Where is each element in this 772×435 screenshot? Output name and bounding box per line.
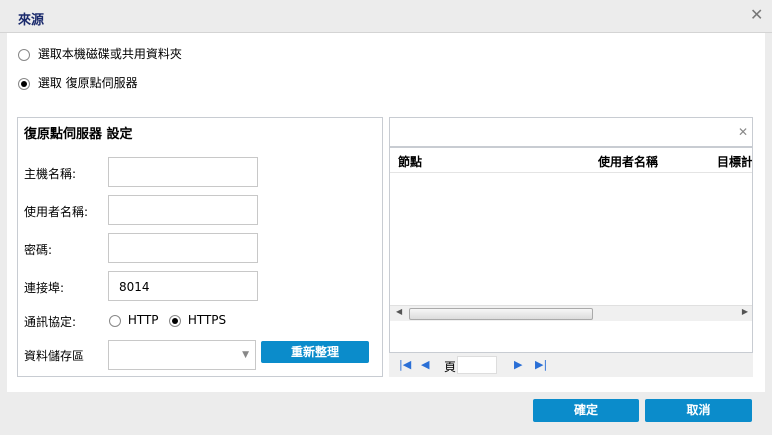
next-page-icon[interactable]: ▶: [514, 358, 522, 371]
cancel-button[interactable]: 取消: [645, 399, 752, 422]
radio-https[interactable]: HTTPS: [169, 313, 226, 327]
radio-label: HTTPS: [187, 313, 227, 327]
column-node[interactable]: 節點: [398, 153, 422, 170]
node-grid: 節點 使用者名稱 目標計 ◀ ▶: [389, 147, 753, 353]
column-username[interactable]: 使用者名稱: [598, 153, 658, 170]
port-input[interactable]: 8014: [108, 271, 258, 301]
port-label: 連接埠:: [24, 281, 65, 295]
dialog-title: 來源: [18, 13, 45, 28]
datastore-label: 資料儲存區: [24, 349, 85, 363]
radio-rps[interactable]: 選取 復原點伺服器: [18, 74, 138, 91]
scrollbar-thumb[interactable]: [409, 308, 593, 320]
clear-icon[interactable]: ✕: [738, 125, 748, 139]
radio-icon[interactable]: [18, 48, 30, 61]
first-page-icon[interactable]: |◀: [399, 358, 411, 371]
dialog-titlebar: 來源 ✕: [0, 0, 772, 33]
ok-button[interactable]: 確定: [533, 399, 639, 422]
column-target[interactable]: 目標計: [717, 153, 752, 170]
password-input[interactable]: [108, 233, 258, 263]
datastore-select[interactable]: ▼: [108, 340, 256, 370]
radio-local-disk[interactable]: 選取本機磁碟或共用資料夾: [18, 45, 182, 62]
radio-icon[interactable]: [18, 77, 30, 90]
scroll-right-icon[interactable]: ▶: [742, 307, 748, 316]
radio-http[interactable]: HTTP: [109, 313, 159, 327]
page-input[interactable]: [457, 356, 497, 374]
panel-title: 復原點伺服器 設定: [24, 127, 133, 142]
hostname-label: 主機名稱:: [24, 167, 77, 181]
page-label: 頁: [444, 360, 457, 374]
refresh-button[interactable]: 重新整理: [261, 341, 369, 363]
username-label: 使用者名稱:: [24, 205, 89, 219]
prev-page-icon[interactable]: ◀: [421, 358, 429, 371]
hostname-input[interactable]: [108, 157, 258, 187]
radio-label: 選取本機磁碟或共用資料夾: [37, 47, 182, 61]
radio-label: 選取 復原點伺服器: [37, 76, 138, 90]
scroll-left-icon[interactable]: ◀: [396, 307, 402, 316]
protocol-label: 通訊協定:: [24, 315, 77, 329]
close-icon[interactable]: ✕: [750, 5, 763, 24]
pager: |◀ ◀ 頁 ▶ ▶|: [389, 353, 753, 377]
password-label: 密碼:: [24, 243, 53, 257]
filter-box: ✕: [389, 117, 753, 147]
radio-icon[interactable]: [109, 314, 121, 327]
radio-icon[interactable]: [169, 314, 181, 327]
last-page-icon[interactable]: ▶|: [535, 358, 547, 371]
horizontal-scrollbar[interactable]: ◀ ▶: [390, 305, 752, 321]
grid-header: 節點 使用者名稱 目標計: [390, 148, 752, 173]
radio-label: HTTP: [127, 313, 159, 327]
username-input[interactable]: [108, 195, 258, 225]
chevron-down-icon[interactable]: ▼: [242, 350, 249, 360]
